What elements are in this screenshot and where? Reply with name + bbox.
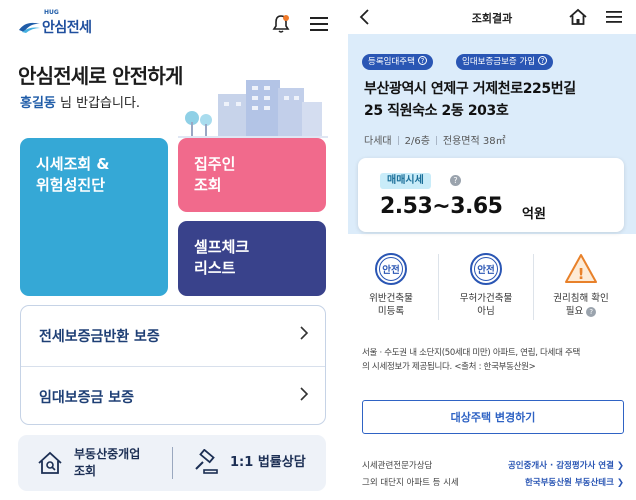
list-item-label: 임대보증금 보증 <box>39 390 135 406</box>
check-label-line2-text: 필요 <box>565 306 584 317</box>
landlord-tile-line1: 집주인 <box>194 155 236 173</box>
result-screen: 조회결과 등록임대주택? 임대보증금보증 가입? 부산광역시 연제구 거제천로2… <box>348 0 636 500</box>
svg-text:!: ! <box>578 265 585 283</box>
market-price-tile[interactable]: 시세조회 & 위험성진단 <box>20 138 168 296</box>
house-search-icon <box>38 451 62 474</box>
self-check-tile[interactable]: 셀프체크 리스트 <box>178 221 326 296</box>
city-buildings-illustration <box>178 80 328 138</box>
guarantee-list: 전세보증금반환 보증 임대보증금 보증 <box>20 305 326 425</box>
svg-text:안전: 안전 <box>477 264 494 276</box>
selfcheck-tile-line2: 리스트 <box>194 259 236 277</box>
help-icon: ? <box>417 56 427 65</box>
market-tile-line2: 위험성진단 <box>36 176 106 194</box>
divider <box>397 136 399 145</box>
list-item-label: 전세보증금반환 보증 <box>39 329 160 345</box>
legal-consult-button[interactable]: 1:1 법률상담 <box>174 435 326 491</box>
logo-small-text: HUG <box>44 9 59 16</box>
page-title: 조회결과 <box>471 12 513 25</box>
notice-text: 서울 · 수도권 내 소단지(50세대 미만) 아파트, 연립, 다세대 주택 … <box>362 346 628 374</box>
link-row-label: 시세관련전문가상담 <box>362 461 433 471</box>
check-label-line1: 권리침해 확인 <box>553 293 609 304</box>
market-tile-line1: 시세조회 & <box>36 155 110 173</box>
link-row-label: 그외 대단지 아파트 등 시세 <box>362 478 459 488</box>
property-meta: 다세대 2/6층 전용면적 38㎡ <box>364 132 506 147</box>
hamburger-menu-icon[interactable] <box>606 10 622 24</box>
selfcheck-tile-line1: 셀프체크 <box>194 238 250 256</box>
logo-mark-icon <box>19 22 40 33</box>
price-unit: 억원 <box>522 207 546 222</box>
help-icon[interactable]: ? <box>450 175 461 186</box>
realtor-lookup-label: 부동산중개업 조회 <box>74 446 164 480</box>
safe-badge-icon: 안전 <box>375 253 407 285</box>
greeting-text: 님 반갑습니다. <box>55 96 141 111</box>
landlord-tile-line2: 조회 <box>194 176 222 194</box>
address-line2: 25 직원숙소 2동 203호 <box>364 103 509 119</box>
change-property-button[interactable]: 대상주택 변경하기 <box>362 400 624 434</box>
large-complex-price-row: 그외 대단지 아파트 등 시세 한국부동산원 부동산테크 ❯ <box>362 476 624 490</box>
check-illegal-building: 안전 위반건축물 미등록 <box>348 248 434 330</box>
market-price-card: 매매시세 ? 2.53~3.65 억원 <box>358 158 624 232</box>
headline: 안심전세로 안전하게 <box>18 64 183 88</box>
chevron-right-icon <box>300 326 309 340</box>
svg-text:안전: 안전 <box>382 264 399 276</box>
price-range: 2.53~3.65 <box>380 194 503 219</box>
risk-check-results: 안전 위반건축물 미등록 안전 무허가건축물 아님 ! 권리침해 확인 필요 ? <box>348 248 636 330</box>
divider <box>438 254 439 320</box>
quick-links-bar: 부동산중개업 조회 1:1 법률상담 <box>18 435 326 491</box>
price-label-chip: 매매시세 <box>380 173 431 189</box>
check-label-line2: 필요 ? <box>538 305 624 318</box>
result-header: 조회결과 <box>348 0 636 34</box>
check-label: 무허가건축물 아님 <box>443 292 529 318</box>
chevron-right-icon <box>300 387 309 401</box>
app-header: HUG 안심전세 <box>0 0 340 48</box>
divider <box>533 254 534 320</box>
safe-badge-icon: 안전 <box>470 253 502 285</box>
realtor-lookup-line2: 조회 <box>74 464 97 478</box>
help-icon[interactable]: ? <box>586 307 597 317</box>
notice-line2: 의 시세정보가 제공됩니다. <출처 : 한국부동산원> <box>362 362 536 372</box>
reb-tech-link[interactable]: 한국부동산원 부동산테크 ❯ <box>525 476 624 490</box>
divider <box>172 447 173 479</box>
divider <box>435 136 437 145</box>
logo-name: 안심전세 <box>42 20 92 36</box>
user-name: 홍길동 <box>20 96 56 111</box>
property-address: 부산광역시 연제구 거제천로225번길 25 직원숙소 2동 203호 <box>364 78 626 122</box>
help-icon: ? <box>538 56 548 65</box>
expert-connect-link[interactable]: 공인중개사 · 감정평가사 연결 ❯ <box>508 459 624 473</box>
app-logo[interactable]: HUG 안심전세 <box>18 8 108 40</box>
main-screen: HUG 안심전세 안심전세로 안전하게 홍길동 님 반갑습니다. 시세조회 & … <box>0 0 340 500</box>
greeting: 홍길동 님 반갑습니다. <box>20 92 140 111</box>
check-label-line1: 위반건축물 <box>369 293 413 304</box>
landlord-lookup-tile[interactable]: 집주인 조회 <box>178 138 326 212</box>
gavel-icon <box>195 449 218 474</box>
check-label-line2: 미등록 <box>377 306 405 317</box>
expert-consult-row: 시세관련전문가상담 공인중개사 · 감정평가사 연결 ❯ <box>362 459 624 473</box>
panel-gap <box>340 0 348 500</box>
realtor-lookup-button[interactable]: 부동산중개업 조회 <box>18 435 170 491</box>
notice-line1: 서울 · 수도권 내 소단지(50세대 미만) 아파트, 연립, 다세대 주택 <box>362 348 581 358</box>
housing-type: 다세대 <box>364 136 392 147</box>
check-unpermitted-building: 안전 무허가건축물 아님 <box>443 248 529 330</box>
tag-label: 임대보증금보증 가입 <box>462 57 536 67</box>
check-label: 위반건축물 미등록 <box>348 292 434 318</box>
warning-triangle-icon: ! <box>565 254 597 283</box>
address-line1: 부산광역시 연제구 거제천로225번길 <box>364 81 576 97</box>
floor-info: 2/6층 <box>404 136 430 147</box>
list-item-rental-deposit[interactable]: 임대보증금 보증 <box>21 366 325 425</box>
list-item-deposit-return[interactable]: 전세보증금반환 보증 <box>21 306 325 365</box>
check-label-line2: 아님 <box>477 306 495 317</box>
home-icon[interactable] <box>568 7 588 27</box>
area-info: 전용면적 38㎡ <box>442 136 506 147</box>
legal-consult-label: 1:1 법률상담 <box>230 455 306 470</box>
tag-label: 등록임대주택 <box>368 57 415 67</box>
check-label: 권리침해 확인 필요 ? <box>538 292 624 318</box>
check-rights-infringement: ! 권리침해 확인 필요 ? <box>538 248 624 330</box>
realtor-lookup-line1: 부동산중개업 <box>74 447 141 461</box>
notification-bell-icon[interactable] <box>272 14 290 34</box>
hamburger-menu-icon[interactable] <box>310 16 328 32</box>
deposit-guarantee-tag[interactable]: 임대보증금보증 가입? <box>456 54 554 70</box>
check-label-line1: 무허가건축물 <box>459 293 513 304</box>
registered-rental-tag[interactable]: 등록임대주택? <box>362 54 433 70</box>
